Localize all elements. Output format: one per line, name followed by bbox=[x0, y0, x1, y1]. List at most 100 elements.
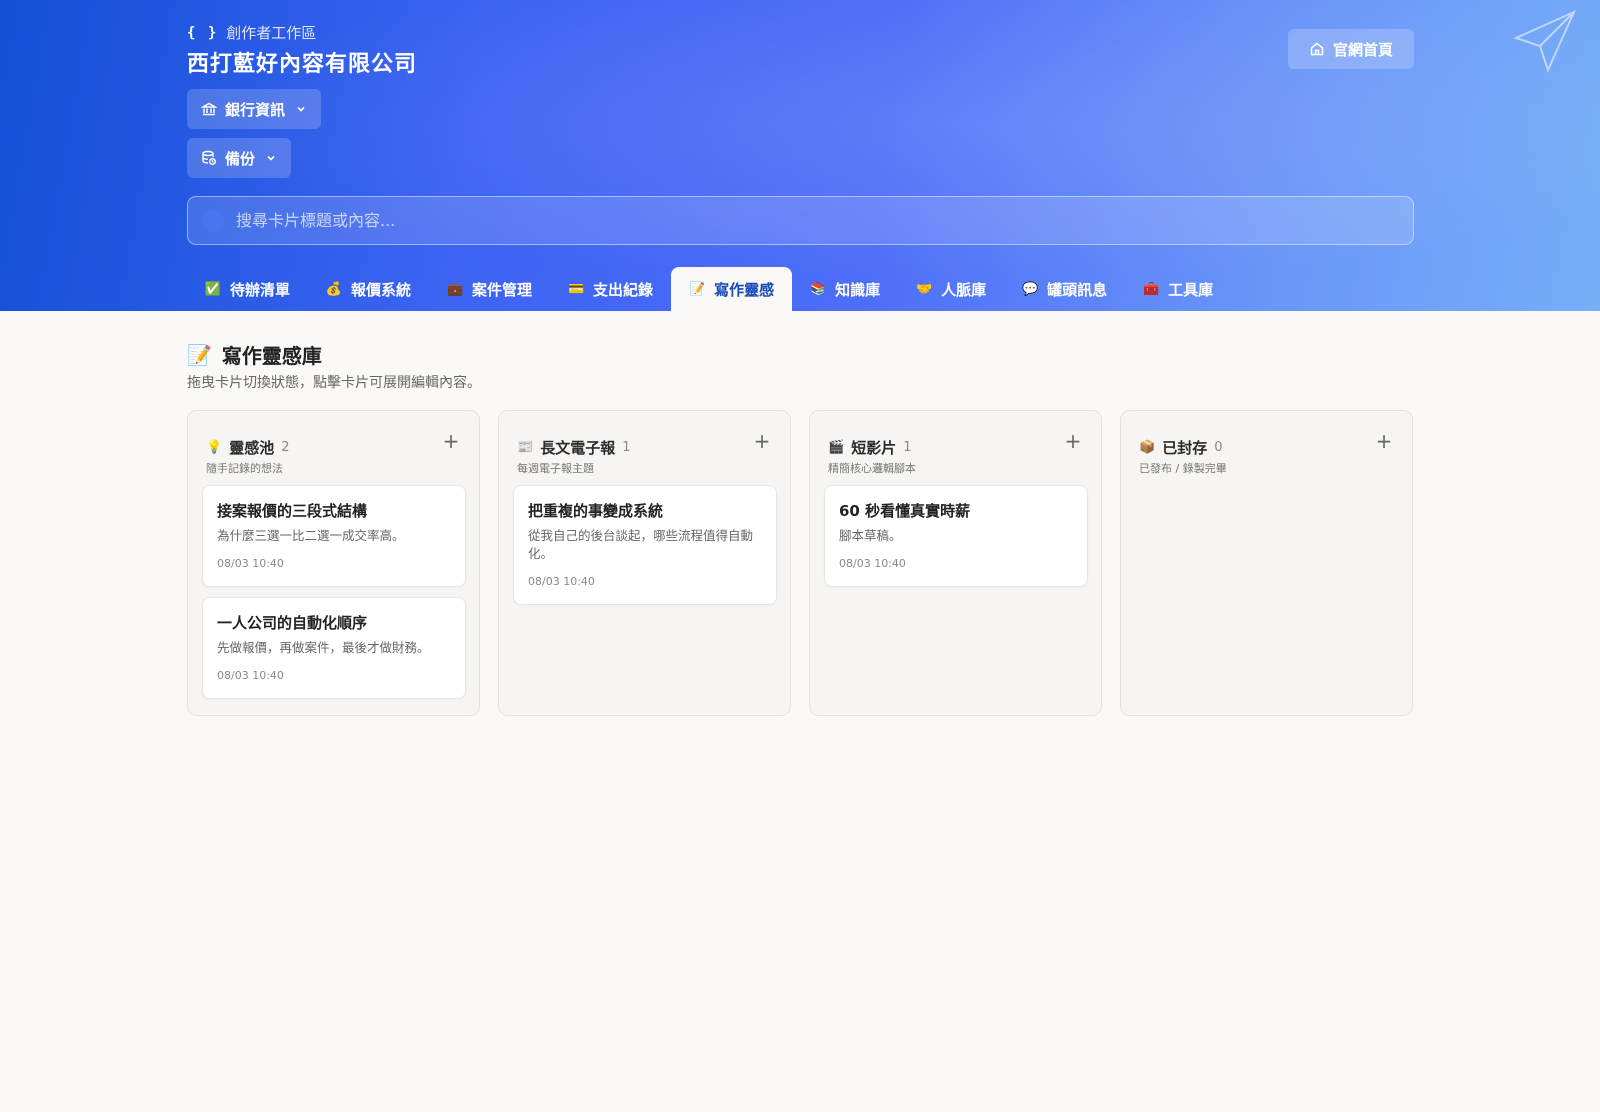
add-card-button[interactable]: + bbox=[1374, 431, 1394, 451]
column-count: 1 bbox=[903, 440, 912, 455]
add-card-button[interactable]: + bbox=[441, 431, 461, 451]
column-title: 📰 長文電子報 1 bbox=[517, 437, 630, 458]
tab-label: 案件管理 bbox=[472, 280, 533, 299]
header: { } 創作者工作區 西打藍好內容有限公司 銀行資訊 備份 官網首頁 ✅ 待辦清單… bbox=[0, 0, 1600, 311]
column-description: 每週電子報主題 bbox=[517, 462, 594, 475]
tab-2[interactable]: 💼 案件管理 bbox=[429, 267, 550, 311]
column-description: 隨手記錄的想法 bbox=[206, 462, 283, 475]
card-timestamp: 08/03 10:40 bbox=[839, 557, 906, 570]
card-title: 接案報價的三段式結構 bbox=[217, 502, 368, 520]
tab-label: 報價系統 bbox=[351, 280, 412, 299]
tab-1[interactable]: 💰 報價系統 bbox=[308, 267, 429, 311]
chevron-down-icon bbox=[267, 155, 275, 161]
idea-card[interactable]: 60 秒看懂真實時薪 腳本草稿。 08/03 10:40 bbox=[824, 485, 1088, 587]
backup-dropdown[interactable]: 備份 bbox=[187, 138, 292, 178]
handshake-icon: 🤝 bbox=[916, 281, 933, 297]
speech-bubble-icon: 💬 bbox=[1022, 281, 1039, 297]
backup-label: 備份 bbox=[225, 149, 256, 168]
card-title: 把重複的事變成系統 bbox=[528, 502, 664, 520]
check-box-icon: ✅ bbox=[204, 281, 222, 297]
card-timestamp: 08/03 10:40 bbox=[217, 669, 284, 682]
column-heading: 📰 長文電子報 1 每週電子報主題 bbox=[517, 425, 630, 476]
column-count: 0 bbox=[1214, 440, 1223, 455]
column-heading: 📦 已封存 0 已發布 / 錄製完畢 bbox=[1139, 425, 1227, 476]
column-count: 1 bbox=[622, 440, 631, 455]
idea-card[interactable]: 一人公司的自動化順序先做報價，再做案件，最後才做財務。 08/03 10:40 bbox=[202, 597, 466, 699]
clapper-board-icon: 🎬 bbox=[828, 440, 845, 455]
tab-label: 寫作靈感 bbox=[714, 280, 775, 299]
card-body: 先做報價，再做案件，最後才做財務。 bbox=[217, 640, 430, 655]
briefcase-icon: 💼 bbox=[446, 281, 464, 297]
memo-icon: 📝 bbox=[187, 342, 212, 367]
home-icon bbox=[1310, 42, 1324, 56]
books-icon: 📚 bbox=[809, 281, 827, 297]
idea-card[interactable]: 接案報價的三段式結構為什麼三選一比二選一成交率高。 08/03 10:40 bbox=[202, 485, 466, 587]
column-title: 🎬 短影片 1 bbox=[828, 437, 916, 458]
column-title-text: 靈感池 bbox=[229, 439, 275, 457]
tab-label: 待辦清單 bbox=[230, 280, 291, 299]
home-label: 官網首頁 bbox=[1332, 40, 1393, 59]
column-title: 💡 靈感池 2 bbox=[206, 437, 289, 458]
kanban-board: 💡 靈感池 2 隨手記錄的想法 + 接案報價的三段式結構為什麼三選一比二選一成交率高。 08… bbox=[187, 410, 1413, 716]
column-header: 🎬 短影片 1 精簡核心邏輯腳本 + bbox=[824, 425, 1087, 485]
idea-card[interactable]: 把重複的事變成系統 從我自己的後台談起，哪些流程值得自動化。 08/03 10:40 bbox=[513, 485, 777, 605]
column-header: 📦 已封存 0 已發布 / 錄製完畢 + bbox=[1135, 425, 1398, 485]
newspaper-icon: 📰 bbox=[517, 440, 534, 455]
tab-3[interactable]: 💳 支出紀錄 bbox=[550, 267, 671, 311]
code-braces-icon: { } bbox=[187, 24, 219, 41]
add-card-button[interactable]: + bbox=[1063, 431, 1083, 451]
tab-0[interactable]: ✅ 待辦清單 bbox=[187, 267, 308, 311]
search-icon bbox=[202, 209, 224, 232]
tab-6[interactable]: 🤝 人脈庫 bbox=[898, 267, 1004, 311]
kanban-column: 🎬 短影片 1 精簡核心邏輯腳本 +60 秒看懂真實時薪 腳本草稿。 08/03 10:40 bbox=[809, 410, 1102, 716]
search-input[interactable] bbox=[236, 197, 1413, 244]
credit-card-icon: 💳 bbox=[567, 281, 585, 297]
card-body: 從我自己的後台談起，哪些流程值得自動化。 bbox=[528, 528, 754, 561]
tab-8[interactable]: 🧰 工具庫 bbox=[1125, 267, 1231, 311]
lightbulb-icon: 💡 bbox=[206, 440, 223, 455]
tab-5[interactable]: 📚 知識庫 bbox=[792, 267, 898, 311]
kanban-column: 📰 長文電子報 1 每週電子報主題 + 把重複的事變成系統從我自己的後台談起，哪些流程值得… bbox=[498, 410, 791, 716]
page-title: 📝 寫作靈感庫 bbox=[187, 340, 322, 369]
column-header: 💡 靈感池 2 隨手記錄的想法 + bbox=[202, 425, 465, 485]
bank-icon bbox=[201, 102, 217, 116]
column-description: 已發布 / 錄製完畢 bbox=[1139, 462, 1227, 475]
column-count: 2 bbox=[281, 440, 290, 455]
home-button[interactable]: 官網首頁 bbox=[1288, 29, 1414, 69]
memo-icon: 📝 bbox=[688, 281, 706, 297]
card-body: 為什麼三選一比二選一成交率高。 bbox=[217, 528, 405, 543]
tab-label: 人脈庫 bbox=[941, 280, 987, 299]
page-title-text: 寫作靈感庫 bbox=[221, 344, 322, 368]
column-description: 精簡核心邏輯腳本 bbox=[828, 462, 916, 475]
page-subtitle: 拖曳卡片切換狀態，點擊卡片可展開編輯內容。 bbox=[187, 375, 481, 391]
tab-7[interactable]: 💬 罐頭訊息 bbox=[1004, 267, 1125, 311]
database-backup-icon bbox=[202, 150, 216, 165]
add-card-button[interactable]: + bbox=[752, 431, 772, 451]
package-icon: 📦 bbox=[1139, 440, 1156, 455]
column-header: 📰 長文電子報 1 每週電子報主題 + bbox=[513, 425, 776, 485]
tab-label: 工具庫 bbox=[1168, 280, 1214, 299]
card-timestamp: 08/03 10:40 bbox=[217, 557, 284, 570]
column-heading: 💡 靈感池 2 隨手記錄的想法 bbox=[206, 425, 289, 476]
column-title-text: 已封存 bbox=[1162, 439, 1208, 457]
tab-label: 支出紀錄 bbox=[593, 280, 654, 299]
column-heading: 🎬 短影片 1 精簡核心邏輯腳本 bbox=[828, 425, 916, 476]
tab-bar: ✅ 待辦清單 💰 報價系統 💼 案件管理 💳 支出紀錄 📝 寫作靈感 📚 知識庫 🤝 人脈庫 💬 罐頭訊息 🧰 工… bbox=[187, 267, 1231, 311]
kanban-column: 💡 靈感池 2 隨手記錄的想法 + 接案報價的三段式結構為什麼三選一比二選一成交率高。 08… bbox=[187, 410, 480, 716]
paper-plane-icon bbox=[1513, 10, 1576, 73]
search-bar bbox=[187, 196, 1414, 245]
kanban-column: 📦 已封存 0 已發布 / 錄製完畢 + bbox=[1120, 410, 1413, 716]
column-title-text: 長文電子報 bbox=[540, 439, 616, 457]
company-name: 西打藍好內容有限公司 bbox=[187, 52, 418, 77]
workspace-label: 創作者工作區 bbox=[226, 24, 317, 42]
bank-info-dropdown[interactable]: 銀行資訊 bbox=[187, 89, 322, 129]
card-title: 60 秒看懂真實時薪 bbox=[839, 502, 971, 520]
card-body: 腳本草稿。 bbox=[839, 528, 902, 543]
card-title: 一人公司的自動化順序 bbox=[217, 614, 368, 632]
tab-label: 知識庫 bbox=[835, 280, 881, 299]
column-title-text: 短影片 bbox=[851, 439, 897, 457]
tab-label: 罐頭訊息 bbox=[1047, 280, 1108, 299]
chevron-down-icon bbox=[297, 106, 305, 112]
tab-4[interactable]: 📝 寫作靈感 bbox=[671, 267, 793, 311]
bank-info-label: 銀行資訊 bbox=[225, 100, 286, 119]
